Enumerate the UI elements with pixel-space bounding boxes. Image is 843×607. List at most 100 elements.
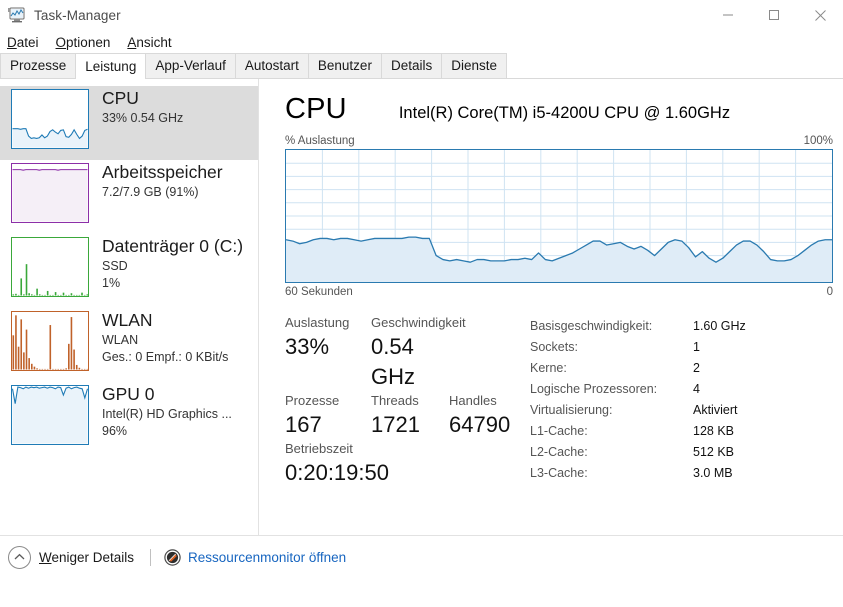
minimize-button[interactable]	[705, 0, 751, 30]
stat-auslastung: Auslastung33%	[285, 314, 371, 392]
property-row: Virtualisierung:Aktiviert	[530, 400, 833, 421]
stat-value: 64790	[449, 410, 529, 440]
fewer-details-label: Weniger Details	[39, 550, 134, 565]
sidebar-item-gpu[interactable]: GPU 0Intel(R) HD Graphics ...96%	[0, 382, 258, 456]
sidebar-item-label: Datenträger 0 (C:)	[102, 234, 243, 258]
cpu-detail-panel: CPU Intel(R) Core(TM) i5-4200U CPU @ 1.6…	[259, 79, 843, 535]
tab-app-verlauf[interactable]: App-Verlauf	[145, 53, 236, 78]
stat-row: Auslastung33%Geschwindigkeit0.54 GHz	[285, 314, 530, 392]
sidebar-item-sub2: Ges.: 0 Empf.: 0 KBit/s	[102, 349, 228, 366]
property-value: 1	[693, 337, 700, 358]
property-key: L2-Cache:	[530, 442, 693, 463]
stat-label: Threads	[371, 392, 449, 410]
property-value: 2	[693, 358, 700, 379]
stat-label: Handles	[449, 392, 529, 410]
stat-betriebszeit: Betriebszeit0:20:19:50	[285, 440, 389, 488]
property-key: Kerne:	[530, 358, 693, 379]
sidebar-item-text-memory: Arbeitsspeicher7.2/7.9 GB (91%)	[102, 160, 223, 201]
stat-label: Geschwindigkeit	[371, 314, 449, 332]
menu-bar: Datei Optionen Ansicht	[0, 30, 843, 54]
property-value: 128 KB	[693, 421, 734, 442]
property-key: Virtualisierung:	[530, 400, 693, 421]
stat-value: 0:20:19:50	[285, 458, 389, 488]
sidebar-item-text-wlan: WLANWLANGes.: 0 Empf.: 0 KBit/s	[102, 308, 228, 366]
sidebar-item-cpu[interactable]: CPU33% 0.54 GHz	[0, 86, 258, 160]
menu-item-optionen[interactable]: Optionen	[56, 35, 111, 50]
property-row: L3-Cache:3.0 MB	[530, 463, 833, 484]
sidebar-item-sub2: 96%	[102, 423, 232, 440]
property-key: L1-Cache:	[530, 421, 693, 442]
title-bar: Task-Manager	[0, 0, 843, 30]
sidebar-item-label: Arbeitsspeicher	[102, 160, 223, 184]
cpu-utilization-graph[interactable]	[285, 149, 833, 283]
maximize-button[interactable]	[751, 0, 797, 30]
tab-details[interactable]: Details	[381, 53, 442, 78]
sidebar-item-wlan[interactable]: WLANWLANGes.: 0 Empf.: 0 KBit/s	[0, 308, 258, 382]
sidebar-mini-graph-gpu	[11, 385, 89, 445]
resource-monitor-icon	[164, 549, 181, 566]
sidebar-mini-graph-cpu	[11, 89, 89, 149]
sidebar-item-text-disk: Datenträger 0 (C:)SSD1%	[102, 234, 243, 292]
sidebar-mini-graph-wlan	[11, 311, 89, 371]
graph-y-label: % Auslastung	[285, 135, 355, 147]
footer-bar: Weniger Details Ressourcenmonitor öffnen	[0, 536, 843, 578]
tab-prozesse[interactable]: Prozesse	[0, 53, 76, 78]
stat-row: Prozesse167Threads1721Handles64790	[285, 392, 530, 440]
stat-threads: Threads1721	[371, 392, 449, 440]
chevron-up-icon	[8, 546, 31, 569]
sidebar-item-label: WLAN	[102, 308, 228, 332]
stat-value: 0.54 GHz	[371, 332, 449, 392]
resource-sidebar: CPU33% 0.54 GHzArbeitsspeicher7.2/7.9 GB…	[0, 79, 259, 535]
property-row: Kerne:2	[530, 358, 833, 379]
stat-value: 33%	[285, 332, 371, 362]
menu-item-ansicht[interactable]: Ansicht	[127, 35, 171, 50]
sidebar-item-sub1: 33% 0.54 GHz	[102, 110, 183, 127]
sidebar-item-memory[interactable]: Arbeitsspeicher7.2/7.9 GB (91%)	[0, 160, 258, 234]
close-button[interactable]	[797, 0, 843, 30]
property-key: Basisgeschwindigkeit:	[530, 316, 693, 337]
property-key: Sockets:	[530, 337, 693, 358]
sidebar-item-sub1: 7.2/7.9 GB (91%)	[102, 184, 223, 201]
panel-header: CPU Intel(R) Core(TM) i5-4200U CPU @ 1.6…	[285, 93, 833, 126]
property-row: Basisgeschwindigkeit:1.60 GHz	[530, 316, 833, 337]
graph-y-max-label: 100%	[804, 135, 833, 147]
tab-benutzer[interactable]: Benutzer	[308, 53, 382, 78]
sidebar-mini-graph-disk	[11, 237, 89, 297]
property-value: Aktiviert	[693, 400, 737, 421]
stat-label: Betriebszeit	[285, 440, 389, 458]
window-controls	[705, 0, 843, 30]
window-title: Task-Manager	[34, 8, 121, 23]
sidebar-item-label: CPU	[102, 86, 183, 110]
open-resource-monitor-link[interactable]: Ressourcenmonitor öffnen	[164, 549, 346, 566]
sidebar-item-text-gpu: GPU 0Intel(R) HD Graphics ...96%	[102, 382, 232, 440]
property-key: Logische Prozessoren:	[530, 379, 693, 400]
stat-prozesse: Prozesse167	[285, 392, 371, 440]
stat-value: 167	[285, 410, 371, 440]
property-value: 1.60 GHz	[693, 316, 746, 337]
graph-top-labels: % Auslastung 100%	[285, 135, 833, 147]
graph-x-start-label: 60 Sekunden	[285, 286, 353, 298]
property-row: L1-Cache:128 KB	[530, 421, 833, 442]
sidebar-item-disk[interactable]: Datenträger 0 (C:)SSD1%	[0, 234, 258, 308]
sidebar-item-sub1: WLAN	[102, 332, 228, 349]
stat-geschwindigkeit: Geschwindigkeit0.54 GHz	[371, 314, 449, 392]
cpu-properties-list: Basisgeschwindigkeit:1.60 GHzSockets:1Ke…	[530, 314, 833, 488]
sidebar-item-sub1: Intel(R) HD Graphics ...	[102, 406, 232, 423]
sidebar-item-label: GPU 0	[102, 382, 232, 406]
graph-bottom-labels: 60 Sekunden 0	[285, 286, 833, 298]
stats-left-column: Auslastung33%Geschwindigkeit0.54 GHzProz…	[285, 314, 530, 488]
property-value: 512 KB	[693, 442, 734, 463]
stat-row: Betriebszeit0:20:19:50	[285, 440, 530, 488]
tab-autostart[interactable]: Autostart	[235, 53, 309, 78]
tab-strip: ProzesseLeistungApp-VerlaufAutostartBenu…	[0, 54, 843, 79]
tab-leistung[interactable]: Leistung	[75, 53, 146, 79]
task-manager-icon	[8, 7, 26, 23]
property-row: L2-Cache:512 KB	[530, 442, 833, 463]
property-key: L3-Cache:	[530, 463, 693, 484]
property-value: 3.0 MB	[693, 463, 733, 484]
property-row: Logische Prozessoren:4	[530, 379, 833, 400]
cpu-model-label: Intel(R) Core(TM) i5-4200U CPU @ 1.60GHz	[399, 104, 730, 123]
menu-item-datei[interactable]: Datei	[7, 35, 39, 50]
fewer-details-button[interactable]: Weniger Details	[8, 546, 134, 569]
tab-dienste[interactable]: Dienste	[441, 53, 507, 78]
